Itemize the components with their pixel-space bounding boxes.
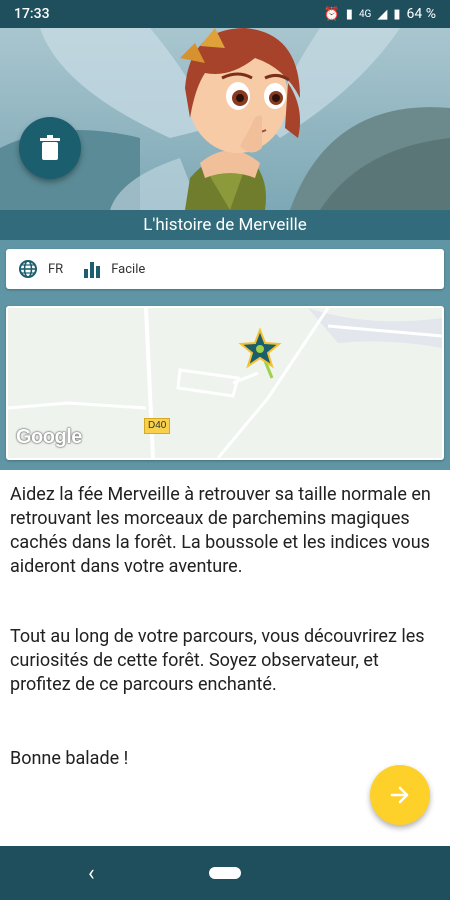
language-label: FR [48,261,64,277]
bar-chart-icon [84,262,101,278]
map-view[interactable]: D40 Google [8,308,442,458]
trail-info-card: FR Facile [6,249,444,289]
alarm-icon: ⏰ [323,6,340,22]
map-card[interactable]: D40 Google [6,306,444,460]
globe-icon [19,260,37,278]
status-bar: 17:33 ⏰ ▮ 4G ◢ ▮ 64 % [0,0,450,28]
status-time: 17:33 [14,6,50,22]
arrow-right-icon [390,786,409,804]
status-icons: ⏰ ▮ 4G ◢ ▮ 64 % [324,6,436,22]
road-label: D40 [144,418,171,434]
google-logo: Google [16,426,82,448]
trash-icon [40,135,60,160]
page-title: L'histoire de Merveille [0,210,450,240]
hero-illustration [0,28,450,210]
vibrate-icon: ▮ [345,6,353,22]
system-nav-bar: ‹ [0,846,450,900]
difficulty-label: Facile [111,261,146,277]
home-pill[interactable] [209,867,241,879]
description-paragraph-3: Bonne balade ! [10,748,129,769]
next-button[interactable] [370,765,430,825]
battery-icon: ▮ [393,6,401,22]
fairy-illustration [0,28,450,210]
description-paragraph-1: Aidez la fée Merveille à retrouver sa ta… [10,484,431,577]
battery-percent: 64 % [406,6,436,22]
network-label: 4G [358,8,372,20]
signal-icon: ◢ [377,6,388,22]
delete-button[interactable] [19,117,81,179]
description-paragraph-2: Tout au long de votre parcours, vous déc… [10,626,425,695]
back-icon[interactable]: ‹ [88,861,95,886]
